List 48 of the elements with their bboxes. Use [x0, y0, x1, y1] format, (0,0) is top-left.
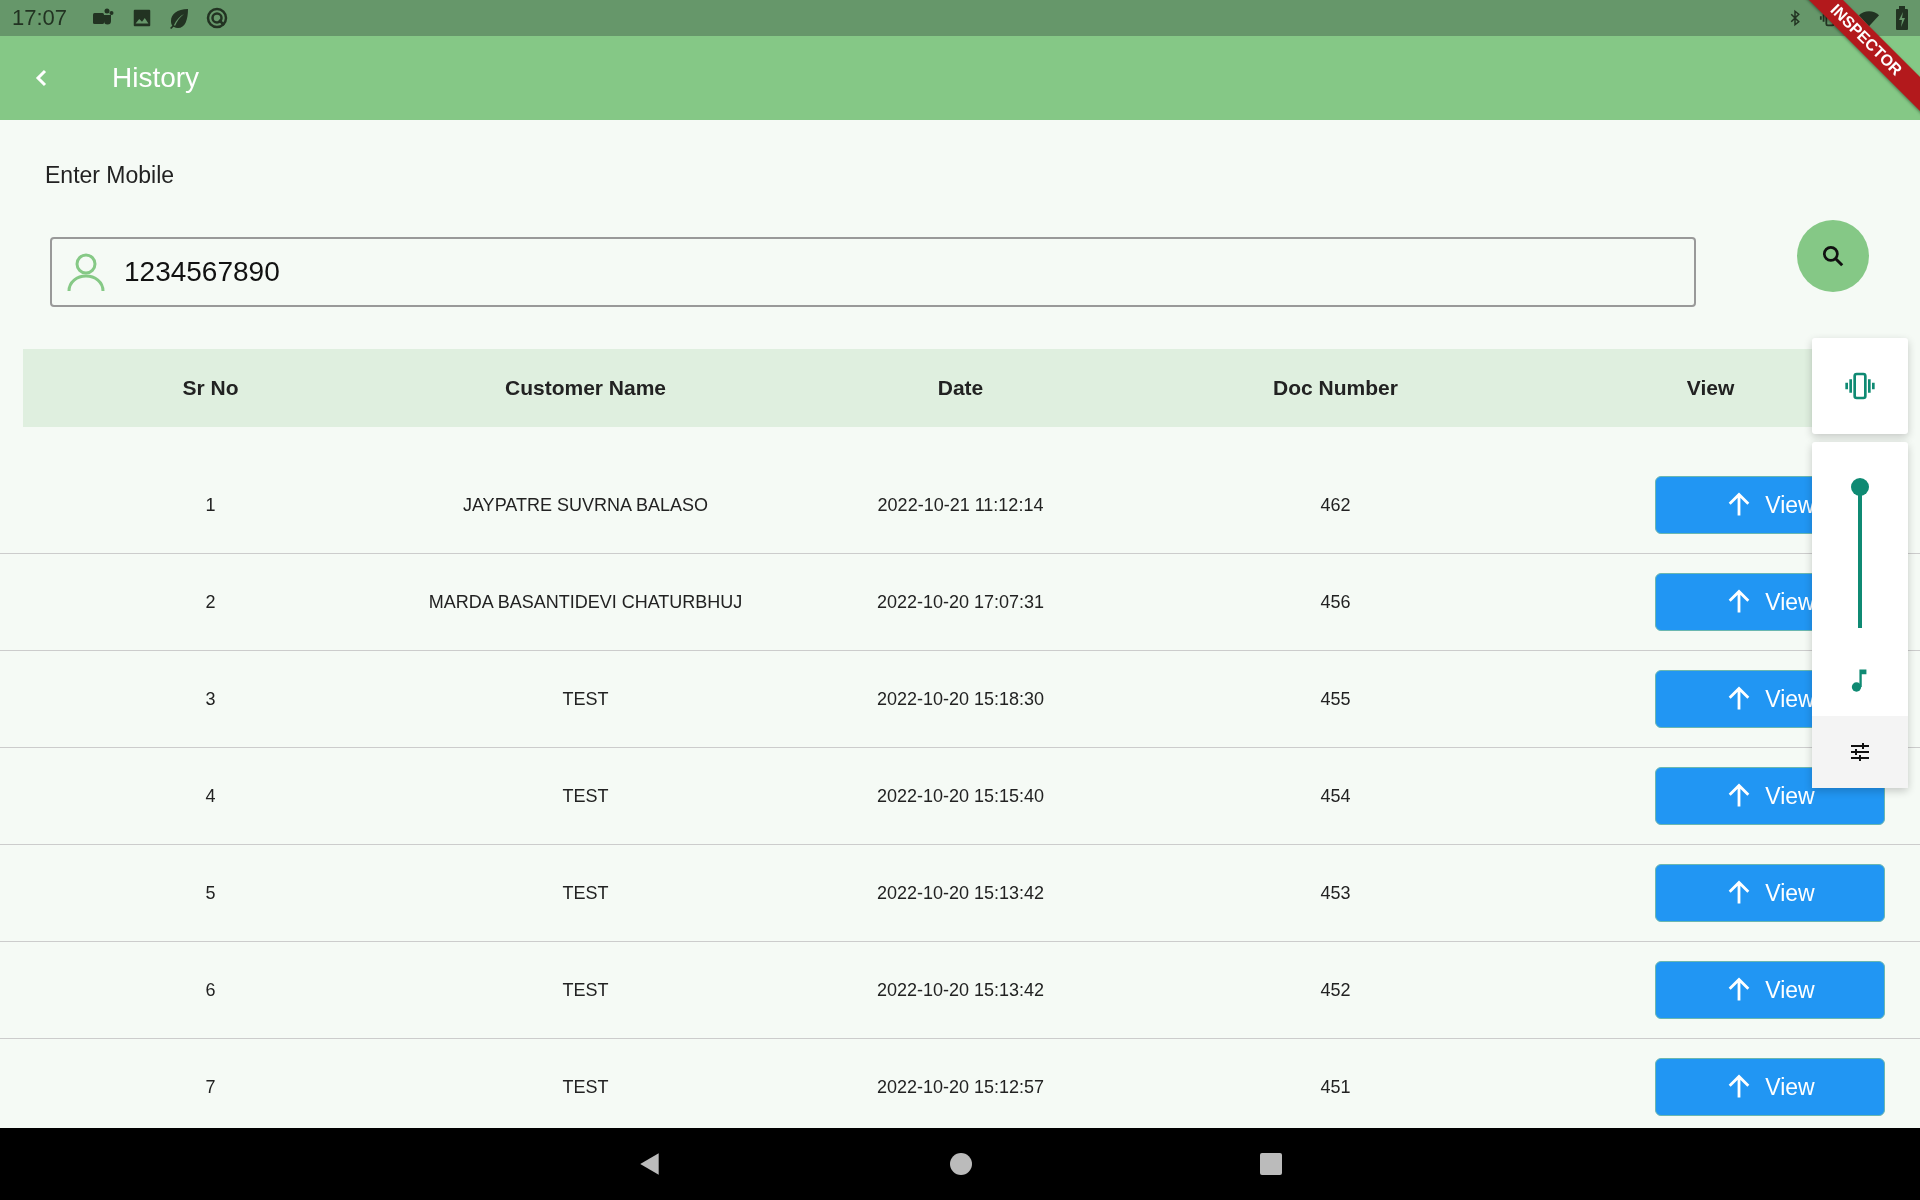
table-cell-text: 2 — [204, 591, 217, 613]
table-cell-text: 453 — [1319, 882, 1352, 904]
table-cell-text: TEST — [561, 1076, 610, 1098]
table-cell-text: 3 — [204, 688, 217, 710]
table-cell-text: TEST — [561, 979, 610, 1001]
column-header: Date — [937, 376, 984, 400]
search-icon — [1820, 243, 1846, 269]
table-cell-text: 2022-10-20 15:18:30 — [875, 688, 1046, 710]
view-button[interactable]: View — [1655, 961, 1885, 1019]
volume-slider[interactable] — [1851, 478, 1869, 628]
table-cell-text: 2022-10-20 15:13:42 — [875, 882, 1046, 904]
vibrate-icon — [1842, 370, 1878, 402]
column-header: View — [1686, 376, 1735, 400]
table-cell-text: TEST — [561, 785, 610, 807]
person-icon — [66, 251, 106, 293]
table-cell-text: 454 — [1319, 785, 1352, 807]
field-label: Enter Mobile — [45, 162, 176, 189]
view-button[interactable]: View — [1655, 1058, 1885, 1116]
sliders-icon — [1848, 740, 1872, 764]
table-cell-text: 2022-10-20 15:13:42 — [875, 979, 1046, 1001]
vibrate-mode-menu[interactable] — [1812, 338, 1908, 434]
page-title: History — [112, 62, 200, 94]
table-cell-text: 2022-10-20 17:07:31 — [875, 591, 1046, 613]
column-header: Doc Number — [1273, 376, 1398, 400]
table-cell-text: 4 — [204, 785, 217, 807]
table-cell-text: 2022-10-20 15:12:57 — [875, 1076, 1046, 1098]
table-cell-text: 7 — [204, 1076, 217, 1098]
table-cell-text: TEST — [561, 882, 610, 904]
column-header: Customer Name — [504, 376, 667, 400]
recents-icon[interactable] — [1259, 1152, 1283, 1176]
table-cell-text: 2022-10-21 11:12:14 — [876, 494, 1045, 516]
table-cell-text: TEST — [561, 688, 610, 710]
table-cell-text: 455 — [1319, 688, 1352, 710]
home-icon[interactable] — [949, 1152, 973, 1176]
table-cell-text: 5 — [204, 882, 217, 904]
table-cell-text: JAYPATRE SUVRNA BALASO — [461, 494, 710, 516]
column-header: Sr No — [182, 376, 239, 400]
mobile-input-field[interactable]: 1234567890 — [50, 237, 1696, 307]
table-cell-text: 6 — [204, 979, 217, 1001]
table-cell-text: 2022-10-20 15:15:40 — [875, 785, 1046, 807]
table-cell-text: 462 — [1319, 494, 1352, 516]
table-cell-text: 452 — [1319, 979, 1352, 1001]
table-cell-text: 1 — [204, 494, 217, 516]
view-button[interactable]: View — [1655, 864, 1885, 922]
table-cell-text: MARDA BASANTIDEVI CHATURBHUJ — [427, 591, 744, 613]
table-cell-text: 456 — [1319, 591, 1352, 613]
status-time: 17:07 — [12, 5, 68, 31]
table-cell-text: 451 — [1319, 1076, 1352, 1098]
